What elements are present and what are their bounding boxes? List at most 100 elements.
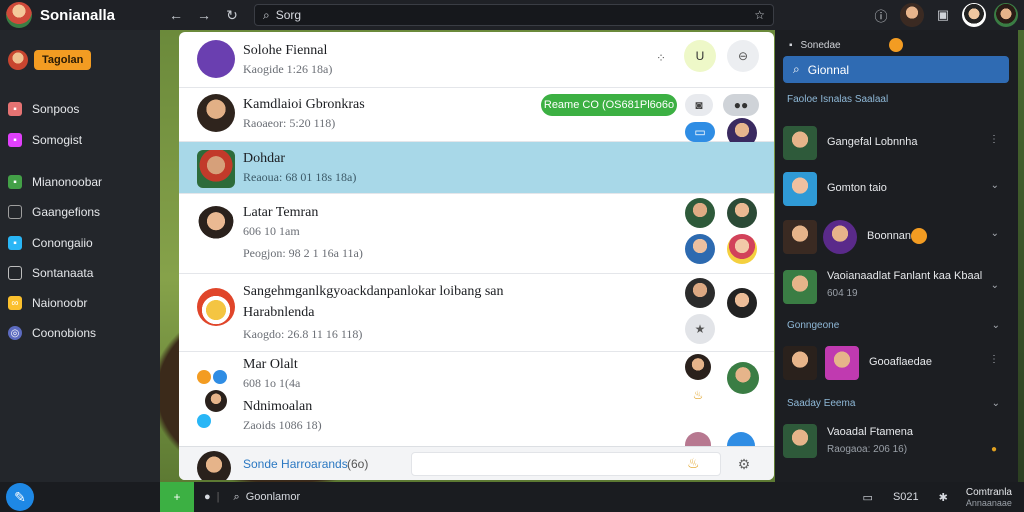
contact-row[interactable]: Gangefal Lobnnha ⋮ [783, 124, 1009, 162]
more-icon[interactable]: ⋮ [989, 134, 999, 145]
conversation-meta: Kaogdo: 26.8 11 16 118) [243, 327, 363, 341]
user-avatar-2[interactable] [962, 3, 986, 27]
section-header: Saaday Eeema [787, 398, 856, 409]
participant-avatar[interactable] [685, 354, 711, 380]
compose-button[interactable]: ✎ [6, 483, 34, 511]
celebrate-icon[interactable]: ♨ [685, 382, 711, 408]
participant-avatar[interactable] [685, 278, 715, 308]
reply-button[interactable]: ▭ [685, 122, 715, 142]
conversation-list: Solohe Fiennal Kaogide 1:26 18a) ⁘ U ⊖ K… [179, 32, 774, 480]
chevron-down-icon[interactable]: ⌄ [992, 320, 1000, 331]
contact-row[interactable]: Gomton taio ⌄ [783, 170, 1009, 208]
participant-avatar[interactable] [727, 288, 757, 318]
info-icon: ⓘ [874, 8, 888, 24]
participant-avatar[interactable] [727, 234, 757, 264]
help-button[interactable]: ⓘ [870, 4, 892, 26]
sidebar-item-2[interactable]: ▪ Mianonoobar [8, 171, 102, 193]
participant-avatar[interactable] [727, 432, 755, 446]
footer-count: (6o) [347, 457, 369, 471]
conversation-row[interactable]: Kamdlaioi Gbronkras Raoaeor: 5:20 118) R… [179, 88, 774, 148]
sidebar-item-label: Somogist [32, 133, 83, 147]
search-icon: ⌕ [263, 7, 270, 22]
more-icon[interactable]: ⋮ [989, 354, 999, 365]
search-icon: ⌕ [233, 490, 240, 503]
user-avatar-1[interactable] [900, 3, 924, 27]
bookmark-star-icon[interactable]: ☆ [754, 8, 765, 22]
refresh-button[interactable]: ↻ [220, 3, 244, 27]
avatar [783, 172, 817, 206]
contact-name: Vaoadal Ftamena [827, 426, 914, 438]
sidebar-item-label: Sontanaata [32, 266, 94, 280]
reply-input[interactable] [411, 452, 721, 476]
video-button[interactable]: ●● [723, 94, 759, 116]
camera-button[interactable]: ◙ [685, 94, 713, 116]
avatar [197, 206, 235, 244]
contact-name: Boonnan [867, 230, 912, 242]
participant-avatar [197, 370, 211, 384]
folder-icon[interactable]: ▭ [863, 491, 873, 504]
chevron-down-icon[interactable]: ⌄ [991, 280, 999, 291]
conversation-meta: Reaoua: 68 01 18s 18a) [243, 170, 357, 184]
emoji-icon[interactable]: ♨ [687, 455, 700, 472]
contact-name: Gooaflaedae [869, 356, 932, 368]
participant-avatar[interactable] [727, 198, 757, 228]
conversation-row[interactable]: Dohdar Reaoua: 68 01 18s 18a) [179, 142, 774, 194]
settings-button[interactable]: ⚙ [733, 453, 755, 475]
status-pill[interactable]: Reame CO (OS681Pl6o6o [541, 94, 677, 116]
workspace-label: Tagolan [34, 50, 92, 70]
section-header: Gonngeone [787, 320, 840, 331]
chevron-down-icon[interactable]: ⌄ [992, 398, 1000, 409]
bottom-stats: ▭ S021 ✱ [863, 491, 948, 504]
sidebar-item-4[interactable]: ▪ Conongaiio [8, 232, 93, 254]
message-icon: ▭ [694, 125, 706, 139]
contact-row[interactable]: Vaoadal Ftamena Raogaoa: 206 16) ● [783, 422, 1009, 466]
search-icon: ⌕ [793, 62, 800, 76]
participant-avatar[interactable] [685, 198, 715, 228]
sidebar-item-label: Coonobions [32, 326, 97, 340]
doc-icon [8, 205, 22, 219]
contact-row[interactable]: Vaoianaadlat Fanlant kaa Kbaal 604 19 ⌄ [783, 266, 1009, 310]
search-input[interactable] [275, 8, 749, 22]
app-title: Sonianalla [40, 6, 116, 24]
reaction-button[interactable]: U [684, 40, 716, 72]
sidebar-item-6[interactable]: ∞ Naionoobr [8, 292, 87, 314]
back-button[interactable]: ← [164, 3, 188, 27]
user-avatar-3[interactable] [994, 3, 1018, 27]
contact-row[interactable]: Boonnan ⌄ [783, 218, 1009, 256]
sidebar-item-7[interactable]: ◎ Coonobions [8, 322, 96, 344]
contact-meta: 604 19 [827, 288, 858, 299]
sidebar-item-5[interactable]: Sontanaata [8, 262, 93, 284]
refresh-icon: ↻ [226, 6, 238, 23]
footer-name: Sonde Harroarands [243, 457, 348, 471]
participant-avatar[interactable] [685, 234, 715, 264]
workspace-switcher[interactable]: Tagolan [8, 50, 92, 70]
avatar [197, 40, 235, 78]
more-icon[interactable]: ⁘ [651, 48, 671, 68]
gear-icon: ⚙ [737, 455, 751, 472]
bottom-search[interactable]: ⌕ Goonlamor [234, 491, 301, 504]
user-info[interactable]: Comtranla Annaanaae [966, 487, 1012, 508]
chevron-down-icon[interactable]: ⌄ [991, 228, 999, 239]
contact-row[interactable]: Gooaflaedae ⋮ [783, 344, 1009, 382]
archive-button[interactable]: ⊖ [727, 40, 759, 72]
add-button[interactable]: + [160, 482, 194, 512]
star-button[interactable]: ★ [685, 314, 715, 344]
participant-avatar[interactable] [727, 362, 759, 394]
chevron-down-icon[interactable]: ⌄ [991, 180, 999, 191]
conversation-row[interactable]: Solohe Fiennal Kaogide 1:26 18a) ⁘ U ⊖ [179, 32, 774, 88]
avatar [783, 424, 817, 458]
right-panel-search[interactable]: ⌕ Gionnal [783, 56, 1009, 83]
search-bar[interactable]: ⌕ ☆ [254, 4, 774, 26]
sidebar-item-1[interactable]: ▪ Somogist [8, 129, 82, 151]
participant-avatar[interactable] [685, 432, 711, 446]
conversation-row[interactable]: Mar Olalt 608 1o 1(4a Ndnimoalan Zaoids … [179, 352, 774, 446]
conversation-row[interactable]: Sangehmganlkgyoackdanpanlokar loibang sa… [179, 274, 774, 352]
settings-icon[interactable]: ✱ [939, 491, 948, 504]
conversation-row[interactable]: Latar Temran 606 10 1am Peogjon: 98 2 1 … [179, 194, 774, 274]
status-icon-group[interactable]: ● | [204, 491, 220, 503]
camera-button[interactable]: ▣ [932, 4, 954, 26]
sidebar-item-3[interactable]: Gaangefions [8, 201, 100, 223]
sidebar-item-0[interactable]: ▪ Sonpoos [8, 98, 79, 120]
forward-button[interactable]: → [192, 3, 216, 27]
conversation-meta-2: Zaoids 1086 18) [243, 418, 322, 432]
